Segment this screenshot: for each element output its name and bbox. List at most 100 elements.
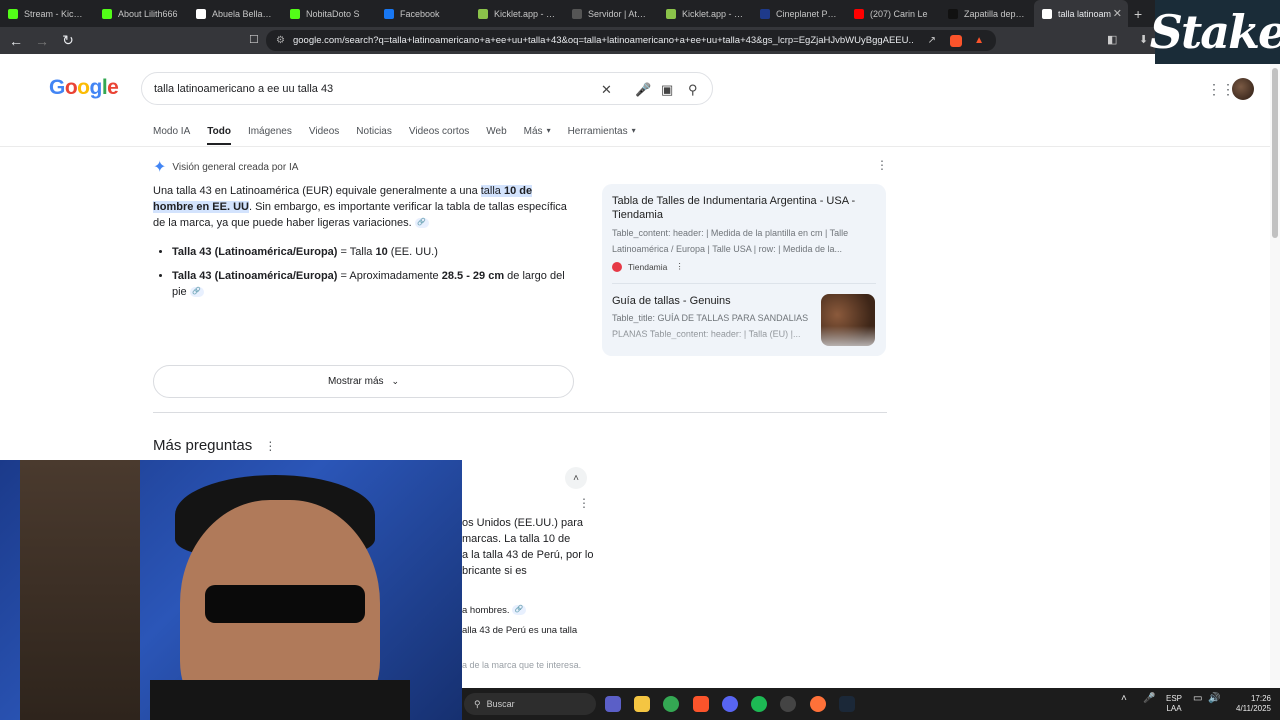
sidebar-icon[interactable]: ◧ [1107,33,1117,46]
show-more-button[interactable]: Mostrar más ⌄ [153,365,574,398]
section-divider [153,412,887,413]
tab-más[interactable]: Más [524,126,543,137]
browser-tab[interactable]: NobitaDoto S [282,0,376,27]
search-icon: ⚲ [474,698,481,709]
browser-tab-strip: Stream - Kick Das About Lilith666 Abuela B… [0,0,1280,27]
obs-icon[interactable] [780,696,796,712]
file-explorer-icon[interactable] [634,696,650,712]
webcam-person-glasses [205,585,365,623]
source-menu-icon[interactable]: ⋮ [675,261,684,272]
ai-overview-label: Visión general creada por IA [172,161,299,173]
answer-line: os Unidos (EE.UU.) para [462,517,584,529]
ai-overview-header: ✦ Visión general creada por IA [153,157,298,177]
search-input[interactable]: talla latinoamericano a ee uu talla 43 ✕… [141,72,713,105]
microphone-icon[interactable]: 🎤 [1143,694,1155,704]
browser-tab[interactable]: Zapatilla deporti [940,0,1034,27]
tab-noticias[interactable]: Noticias [356,126,392,137]
browser-tab-label: Kicklet.app - Kick [494,8,556,19]
source-title[interactable]: Tabla de Talles de Indumentaria Argentin… [612,194,860,222]
tab-herramientas[interactable]: Herramientas [568,126,628,137]
volume-icon[interactable]: 🔊 [1208,694,1220,704]
chevron-down-icon: ⌄ [391,376,400,386]
kick-icon [290,8,300,19]
avatar[interactable] [1232,78,1254,100]
brave-shield-icon[interactable] [950,34,962,47]
more-questions-menu-icon[interactable]: ⋮ [264,439,276,453]
citation-link-icon[interactable]: 🔗 [414,218,429,229]
browser-tab-label: Zapatilla deporti [964,8,1026,19]
download-icon[interactable]: ⬇ [1139,33,1148,46]
browser-tab[interactable]: (207) Carin Le [846,0,940,27]
google-icon [1042,8,1052,19]
language-indicator[interactable]: ESP LAA [1166,694,1182,714]
source-title[interactable]: Guía de tallas - Genuins [612,295,731,307]
firefox-icon[interactable] [810,696,826,712]
browser-tab[interactable]: talla latinoam ✕ [1034,0,1128,27]
browser-tab-label: Facebook [400,8,440,19]
ai-overview-paragraph: Una talla 43 en Latinoamérica (EUR) equi… [153,183,573,231]
new-tab-icon[interactable]: + [1128,6,1148,22]
browser-tab[interactable]: Kicklet.app - Kick [658,0,752,27]
scrollbar[interactable] [1270,64,1280,688]
address-bar[interactable]: ⚙ google.com/search?q=talla+latinoameric… [266,30,996,51]
lang-layout: LAA [1166,704,1182,713]
teams-icon[interactable] [605,696,621,712]
microphone-icon[interactable]: 🎤 [635,82,651,98]
discord-icon[interactable] [722,696,738,712]
brave-icon[interactable] [693,696,709,712]
spotify-icon[interactable] [751,696,767,712]
taskbar-search-label: Buscar [486,699,515,709]
tab-videos[interactable]: Videos [309,126,339,137]
close-tab-icon[interactable]: ✕ [1113,7,1122,20]
back-icon[interactable]: ← [6,31,26,51]
list-item: Talla 43 (Latinoamérica/Europa) = Aproxi… [172,268,572,300]
tab-imágenes[interactable]: Imágenes [248,126,292,137]
tab-web[interactable]: Web [486,126,506,137]
reload-icon[interactable]: ↻ [58,31,78,51]
clock[interactable]: 17:26 4/11/2025 [1227,694,1271,714]
browser-tab[interactable]: About Lilith666 [94,0,188,27]
ai-overview-bullets: Talla 43 (Latinoamérica/Europa) = Talla … [153,244,573,308]
tiendamia-icon [612,261,622,272]
more-questions-label: Más preguntas [153,437,253,454]
ai-overview-menu-icon[interactable]: ⋮ [876,158,888,172]
site-info-icon[interactable]: ⚙ [276,35,285,46]
search-nav-tabs: Modo IA Todo Imágenes Videos Noticias Videos … [153,126,653,145]
browser-tab[interactable]: Kicklet.app - Kick [470,0,564,27]
answer-menu-icon[interactable]: ⋮ [578,496,590,510]
citation-link-icon[interactable]: 🔗 [189,287,204,298]
chevron-up-icon[interactable]: ˄ [565,467,587,489]
tab-todo[interactable]: Todo [207,126,231,145]
lens-icon[interactable]: ▣ [661,82,673,98]
source-site[interactable]: Tiendamia ⋮ [612,261,684,272]
tray-chevron-up-icon[interactable]: ˄ [1121,694,1127,704]
network-icon[interactable]: ▭ [1193,694,1202,704]
citation-link-icon[interactable]: 🔗 [512,605,527,616]
youtube-icon [854,8,864,19]
kick-icon [8,8,18,19]
gemini-spark-icon: ✦ [153,159,167,176]
forward-icon[interactable]: → [32,31,52,51]
brand-icon [948,8,958,19]
steam-icon[interactable] [839,696,855,712]
search-icon[interactable]: ⚲ [688,82,698,98]
search-query: talla latinoamericano a ee uu talla 43 [154,82,334,95]
taskbar-search[interactable]: ⚲ Buscar [464,693,596,715]
kicklet-icon [666,8,676,19]
browser-tab[interactable]: Servidor | Aternos [564,0,658,27]
stake-logo: Stake [1150,0,1280,64]
browser-tab[interactable]: Cineplanet Perú [752,0,846,27]
clear-icon[interactable]: ✕ [601,82,612,98]
share-icon[interactable]: ↗ [928,35,936,46]
tab-videos-cortos[interactable]: Videos cortos [409,126,469,137]
tab-modo-ia[interactable]: Modo IA [153,126,190,137]
chrome-icon[interactable] [663,696,679,712]
ai-text-highlight-a[interactable]: talla [480,185,504,197]
bookmark-icon[interactable]: ☐ [249,33,259,46]
brave-rewards-icon[interactable]: ▲ [974,35,984,46]
browser-tab[interactable]: Stream - Kick Das [0,0,94,27]
browser-tab[interactable]: Facebook [376,0,470,27]
google-logo[interactable]: Google [49,76,119,100]
browser-tab[interactable]: Abuela Bellaca: El [188,0,282,27]
scroll-thumb[interactable] [1272,68,1278,238]
